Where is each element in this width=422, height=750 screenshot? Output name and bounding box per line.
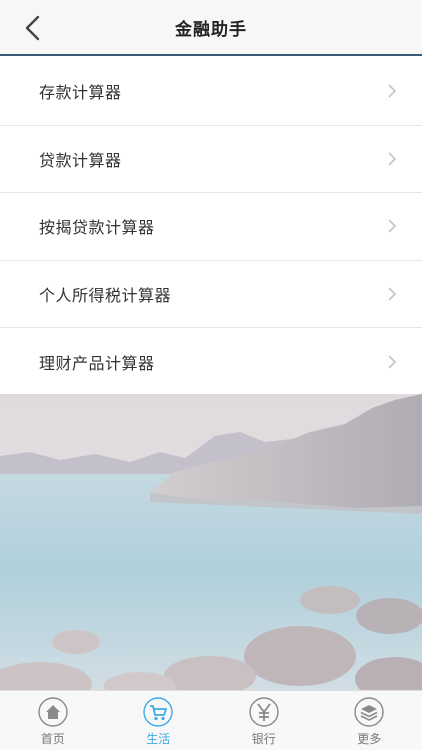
back-button[interactable] xyxy=(14,10,50,46)
home-icon xyxy=(38,697,68,727)
list-item-loan-calculator[interactable]: 贷款计算器 xyxy=(0,125,422,193)
list-item-label: 个人所得税计算器 xyxy=(39,285,172,305)
tab-home[interactable]: 首页 xyxy=(0,691,106,750)
chevron-right-icon xyxy=(388,219,397,233)
shopping-cart-icon xyxy=(143,697,173,727)
tab-label: 更多 xyxy=(357,732,382,746)
list-item-income-tax-calculator[interactable]: 个人所得税计算器 xyxy=(0,260,422,328)
tab-life[interactable]: 生活 xyxy=(106,691,212,750)
list-item-label: 贷款计算器 xyxy=(39,150,122,170)
tab-label: 银行 xyxy=(251,732,276,746)
tab-label: 生活 xyxy=(146,732,171,746)
tab-label: 首页 xyxy=(40,732,65,746)
tab-more[interactable]: 更多 xyxy=(317,691,422,750)
page-title: 金融助手 xyxy=(175,19,247,40)
chevron-right-icon xyxy=(388,355,397,369)
navigation-bar: 金融助手 xyxy=(0,0,422,56)
calculator-list: 存款计算器 贷款计算器 按揭贷款计算器 个人所得税计算器 理财产品计算器 xyxy=(0,58,422,396)
yen-icon xyxy=(249,697,279,727)
chevron-right-icon xyxy=(388,84,397,98)
list-item-label: 理财产品计算器 xyxy=(39,353,155,373)
chevron-right-icon xyxy=(388,152,397,166)
list-item-mortgage-calculator[interactable]: 按揭贷款计算器 xyxy=(0,193,422,261)
coastline-background-image xyxy=(0,394,422,690)
list-item-deposit-calculator[interactable]: 存款计算器 xyxy=(0,58,422,126)
chevron-left-icon xyxy=(25,15,40,41)
tab-bank[interactable]: 银行 xyxy=(211,691,317,750)
list-item-wealth-product-calculator[interactable]: 理财产品计算器 xyxy=(0,328,422,396)
list-item-label: 按揭贷款计算器 xyxy=(39,218,155,238)
list-item-label: 存款计算器 xyxy=(39,83,122,103)
chevron-right-icon xyxy=(388,287,397,301)
layers-icon xyxy=(354,697,384,727)
bottom-tab-bar: 首页 生活 银行 更多 xyxy=(0,690,422,750)
